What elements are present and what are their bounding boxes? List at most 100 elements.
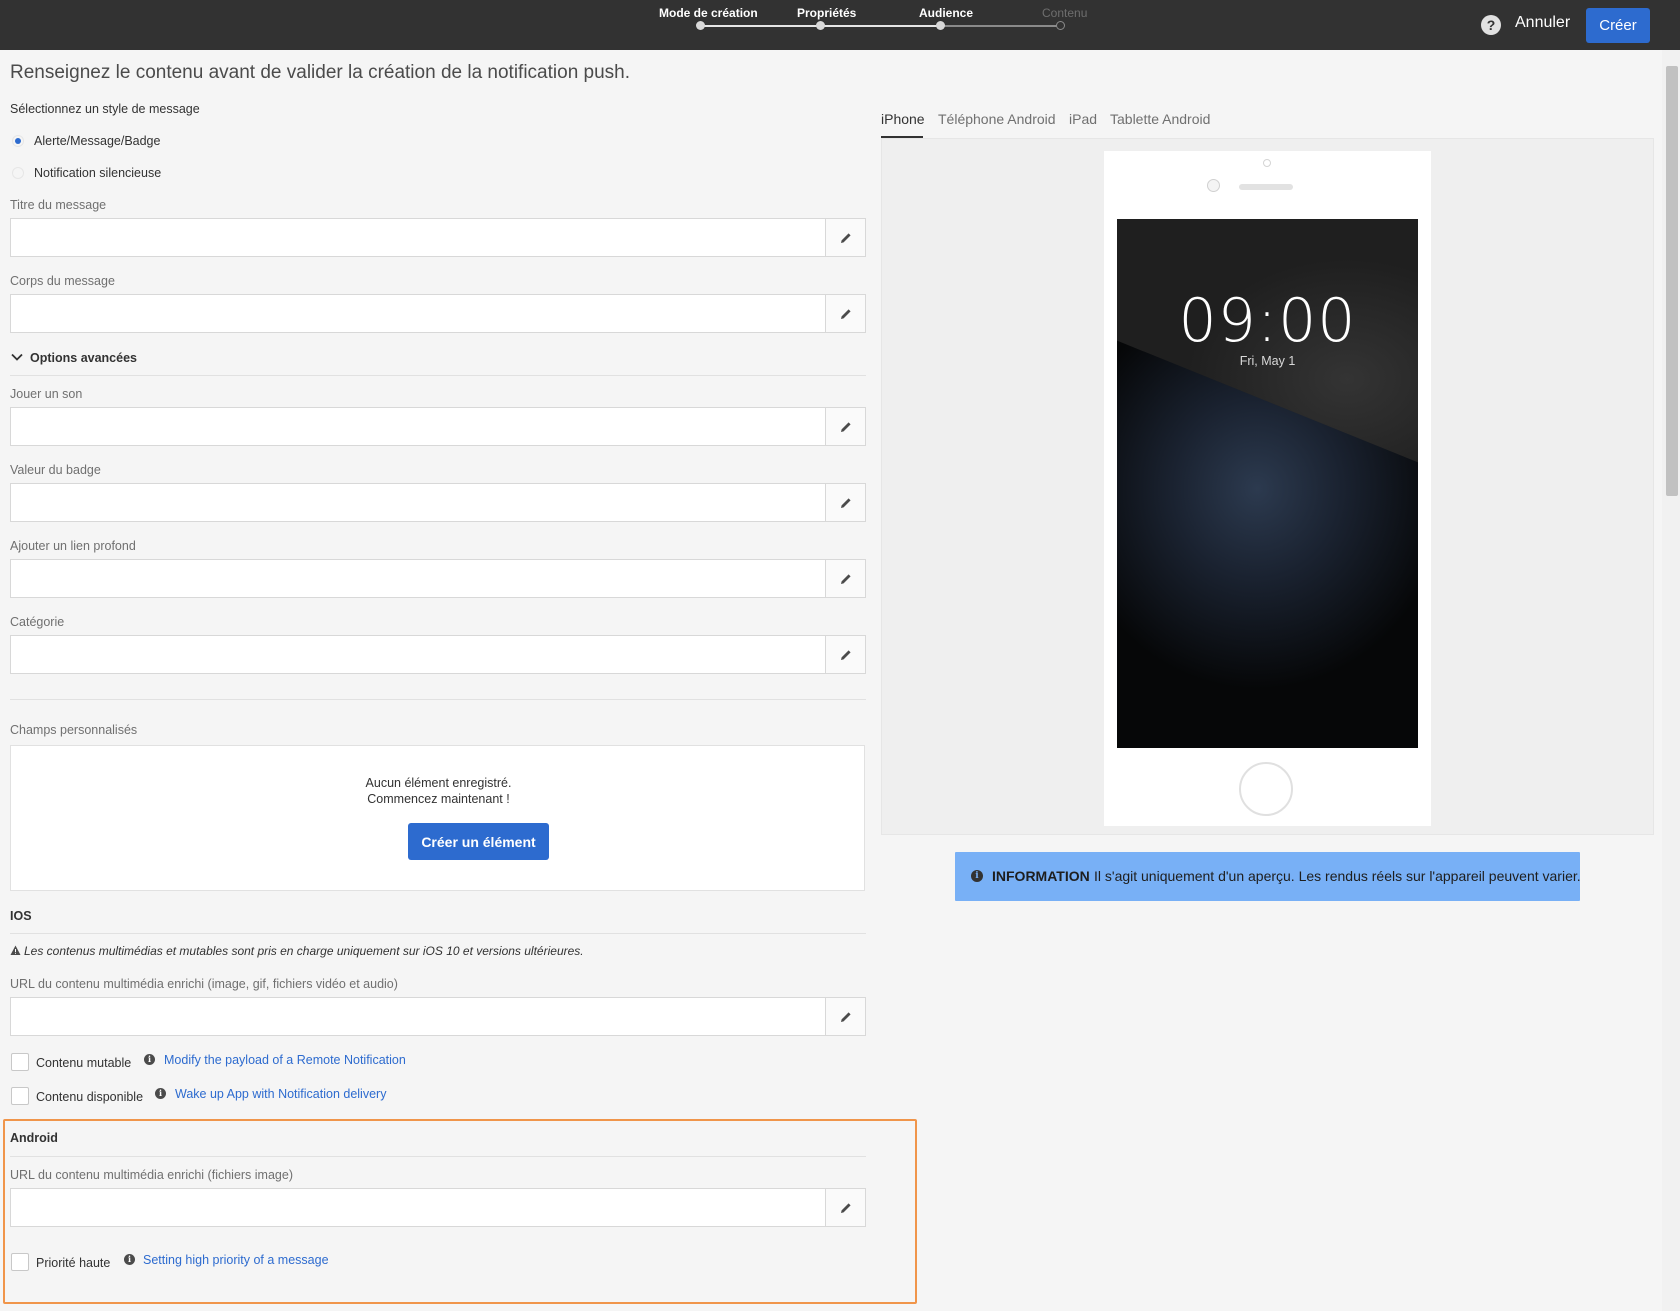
info-banner-title: INFORMATION: [992, 868, 1090, 884]
message-body-input[interactable]: [11, 295, 825, 332]
scrollbar-thumb[interactable]: [1666, 66, 1678, 496]
warning-icon: [10, 945, 21, 955]
info-icon: i: [971, 870, 983, 882]
mutable-content-doc-link[interactable]: Modify the payload of a Remote Notificat…: [164, 1053, 406, 1067]
badge-input[interactable]: [11, 484, 825, 521]
sound-label: Jouer un son: [10, 387, 83, 401]
category-edit-button[interactable]: [825, 636, 865, 673]
cancel-button[interactable]: Annuler: [1515, 14, 1570, 32]
lock-screen-date: Fri, May 1: [1239, 354, 1296, 368]
high-priority-label[interactable]: Priorité haute: [36, 1256, 110, 1270]
message-title-field: [10, 218, 866, 257]
divider: [10, 699, 866, 700]
ios-media-url-label: URL du contenu multimédia enrichi (image…: [10, 977, 398, 991]
mutable-content-label[interactable]: Contenu mutable: [36, 1056, 131, 1070]
advanced-options-toggle[interactable]: Options avancées: [30, 351, 137, 365]
high-priority-doc-link[interactable]: Setting high priority of a message: [143, 1253, 329, 1267]
step-dot-audience: [936, 21, 945, 30]
divider: [10, 933, 866, 934]
ios-media-url-input[interactable]: [11, 998, 825, 1035]
message-style-label: Sélectionnez un style de message: [10, 102, 200, 116]
step-label-properties[interactable]: Propriétés: [797, 6, 856, 20]
message-title-input[interactable]: [11, 219, 825, 256]
step-label-audience[interactable]: Audience: [919, 6, 973, 20]
badge-field: [10, 483, 866, 522]
sound-field: [10, 407, 866, 446]
deeplink-label: Ajouter un lien profond: [10, 539, 136, 553]
page-title: Renseignez le contenu avant de valider l…: [10, 62, 631, 83]
ios-media-url-edit-button[interactable]: [825, 998, 865, 1035]
badge-label: Valeur du badge: [10, 463, 101, 477]
custom-fields-panel: Aucun élément enregistré. Commencez main…: [10, 745, 865, 891]
radio-label-silent[interactable]: Notification silencieuse: [34, 166, 161, 180]
sound-input[interactable]: [11, 408, 825, 445]
tab-android-tablet[interactable]: Tablette Android: [1110, 111, 1210, 127]
info-icon: i: [155, 1088, 166, 1099]
divider: [10, 1156, 866, 1157]
pencil-icon: [840, 421, 851, 432]
lock-screen-clock: 09:00: [1178, 286, 1357, 356]
deeplink-input[interactable]: [11, 560, 825, 597]
create-element-button[interactable]: Créer un élément: [408, 823, 549, 860]
android-media-url-edit-button[interactable]: [825, 1189, 865, 1226]
tab-ipad[interactable]: iPad: [1069, 111, 1097, 127]
android-media-url-field: [10, 1188, 866, 1227]
high-priority-checkbox[interactable]: [11, 1253, 29, 1271]
deeplink-edit-button[interactable]: [825, 560, 865, 597]
empty-message: Aucun élément enregistré.: [365, 776, 512, 790]
radio-label-alert[interactable]: Alerte/Message/Badge: [34, 134, 160, 148]
badge-edit-button[interactable]: [825, 484, 865, 521]
chevron-down-icon[interactable]: [10, 350, 24, 364]
divider: [10, 375, 866, 376]
android-heading: Android: [10, 1131, 58, 1145]
message-body-label: Corps du message: [10, 274, 115, 288]
ios-heading: IOS: [10, 909, 32, 923]
step-label-content: Contenu: [1042, 6, 1088, 20]
step-track-pending: [940, 25, 1060, 27]
tab-iphone[interactable]: iPhone: [881, 111, 925, 127]
step-dot-properties: [816, 21, 825, 30]
info-icon: i: [124, 1254, 135, 1265]
ios-media-url-field: [10, 997, 866, 1036]
category-field: [10, 635, 866, 674]
radio-alert-message-badge[interactable]: [12, 135, 24, 147]
content-available-doc-link[interactable]: Wake up App with Notification delivery: [175, 1087, 386, 1101]
message-title-label: Titre du message: [10, 198, 107, 212]
sound-edit-button[interactable]: [825, 408, 865, 445]
step-dot-content: [1056, 21, 1065, 30]
empty-message-cta: Commencez maintenant !: [367, 792, 510, 806]
info-banner: i INFORMATION Il s'agit uniquement d'un …: [955, 852, 1581, 901]
custom-fields-label: Champs personnalisés: [10, 723, 138, 737]
content-available-checkbox[interactable]: [11, 1087, 29, 1105]
step-dot-mode: [696, 21, 705, 30]
tab-android-phone[interactable]: Téléphone Android: [938, 111, 1056, 127]
mutable-content-checkbox[interactable]: [11, 1053, 29, 1071]
info-banner-text: Il s'agit uniquement d'un aperçu. Les re…: [1094, 868, 1581, 884]
phone-home-button: [1239, 762, 1293, 816]
info-icon: i: [144, 1054, 155, 1065]
phone-camera: [1207, 179, 1220, 192]
category-label: Catégorie: [10, 615, 65, 629]
android-media-url-input[interactable]: [11, 1189, 825, 1226]
content-available-label[interactable]: Contenu disponible: [36, 1090, 143, 1104]
radio-silent-notification[interactable]: [12, 167, 24, 179]
phone-sensor: [1263, 159, 1271, 167]
ios-warning-text: Les contenus multimédias et mutables son…: [24, 944, 584, 958]
question-mark-icon[interactable]: ?: [1481, 15, 1501, 35]
pencil-icon: [840, 497, 851, 508]
pencil-icon: [840, 1202, 851, 1213]
phone-speaker: [1239, 184, 1293, 190]
step-progress: Mode de création Propriétés Audience Con…: [0, 0, 1680, 50]
pencil-icon: [840, 308, 851, 319]
category-input[interactable]: [11, 636, 825, 673]
pencil-icon: [840, 1011, 851, 1022]
message-body-field: [10, 294, 866, 333]
pencil-icon: [840, 232, 851, 243]
create-button[interactable]: Créer: [1586, 8, 1650, 43]
deeplink-field: [10, 559, 866, 598]
message-title-edit-button[interactable]: [825, 219, 865, 256]
message-body-edit-button[interactable]: [825, 295, 865, 332]
pencil-icon: [840, 573, 851, 584]
android-media-url-label: URL du contenu multimédia enrichi (fichi…: [10, 1168, 293, 1182]
step-label-mode[interactable]: Mode de création: [659, 6, 758, 20]
